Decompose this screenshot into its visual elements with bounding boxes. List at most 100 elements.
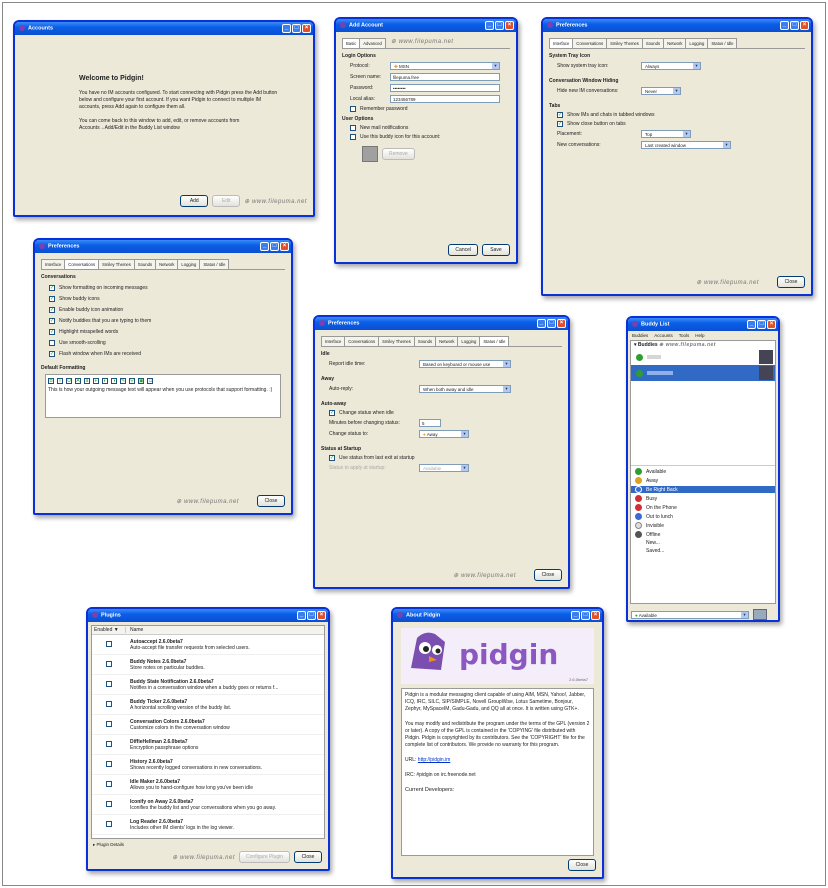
tab-logging[interactable]: Logging xyxy=(177,259,201,269)
maximize-icon[interactable]: □ xyxy=(292,24,301,33)
plugin-details-expander[interactable]: ▸ Plugin Details xyxy=(88,842,328,848)
option-checkbox[interactable]: ✓ xyxy=(49,296,55,302)
status-item[interactable]: Available xyxy=(635,468,771,475)
tab-network[interactable]: Network xyxy=(663,38,687,48)
option-checkbox[interactable]: ✓ xyxy=(49,318,55,324)
menu-help[interactable]: Help xyxy=(695,333,704,338)
group-header[interactable]: ▾ Buddies ⊕ www.filepuma.net xyxy=(631,341,775,349)
show-close-checkbox[interactable]: ✓ xyxy=(557,121,563,127)
status-item[interactable]: Out to lunch xyxy=(635,513,771,520)
minimize-icon[interactable]: _ xyxy=(571,611,580,620)
maximize-icon[interactable]: □ xyxy=(270,242,279,251)
close-button[interactable]: Close xyxy=(294,851,322,863)
website-link[interactable]: http://pidgin.im xyxy=(418,757,451,763)
close-icon[interactable]: × xyxy=(280,242,289,251)
password-input[interactable]: •••••••• xyxy=(390,84,500,92)
use-buddy-icon-checkbox[interactable] xyxy=(350,134,356,140)
screen-name-input[interactable]: filepuma.free xyxy=(390,73,500,81)
add-button[interactable]: Add xyxy=(180,195,209,207)
plugin-enabled-checkbox[interactable] xyxy=(106,640,112,647)
font-size-icon[interactable]: A xyxy=(75,378,81,384)
plugin-row[interactable]: Log Reader 2.6.0beta7 Includes other IM c… xyxy=(92,815,324,835)
close-icon[interactable]: × xyxy=(800,21,809,30)
col-enabled-header[interactable]: Enabled ▼ xyxy=(92,627,126,633)
status-apply-select[interactable]: Available xyxy=(419,464,469,472)
status-item[interactable]: Offline xyxy=(635,531,771,538)
buddy-icon-button[interactable] xyxy=(753,609,767,620)
underline-icon[interactable]: U xyxy=(66,378,72,384)
minimize-icon[interactable]: _ xyxy=(780,21,789,30)
title-bar[interactable]: About Pidgin _ □ × xyxy=(393,609,602,622)
option-checkbox[interactable]: ✓ xyxy=(49,351,55,357)
plugin-enabled-checkbox[interactable] xyxy=(106,800,112,807)
minimize-icon[interactable]: _ xyxy=(297,611,306,620)
tab-sounds[interactable]: Sounds xyxy=(641,38,665,48)
plugin-row[interactable]: Conversation Colors 2.6.0beta7 Customize … xyxy=(92,715,324,735)
image-icon[interactable]: ▣ xyxy=(138,378,144,384)
plugin-enabled-checkbox[interactable] xyxy=(106,660,112,667)
maximize-icon[interactable]: □ xyxy=(790,21,799,30)
hide-new-select[interactable]: Never xyxy=(641,87,681,95)
tab-sounds[interactable]: Sounds xyxy=(133,259,157,269)
minimize-icon[interactable]: _ xyxy=(260,242,269,251)
status-item[interactable]: Saved... xyxy=(646,548,771,554)
show-ims-checkbox[interactable]: ✓ xyxy=(557,112,563,118)
plugin-enabled-checkbox[interactable] xyxy=(106,780,112,787)
tab-network[interactable]: Network xyxy=(435,336,459,346)
close-button[interactable]: Close xyxy=(257,495,285,507)
minimize-icon[interactable]: _ xyxy=(282,24,291,33)
plugin-row[interactable]: Autoaccept 2.6.0beta7 Auto-accept file tr… xyxy=(92,635,324,655)
title-bar[interactable]: Preferences _ □ × xyxy=(543,19,811,32)
background-color-icon[interactable]: ◑ xyxy=(111,378,117,384)
plugin-enabled-checkbox[interactable] xyxy=(106,760,112,767)
menu-buddies[interactable]: Buddies xyxy=(632,333,648,338)
status-item[interactable]: Away xyxy=(635,477,771,484)
tab-smiley-themes[interactable]: Smiley Themes xyxy=(98,259,135,269)
configure-plugin-button[interactable]: Configure Plugin xyxy=(239,851,290,863)
clear-formatting-icon[interactable]: ✎ xyxy=(120,378,126,384)
font-size-small-icon[interactable]: a xyxy=(84,378,90,384)
use-last-checkbox[interactable]: ✓ xyxy=(329,455,335,461)
maximize-icon[interactable]: □ xyxy=(547,319,556,328)
menu-tools[interactable]: Tools xyxy=(679,333,690,338)
option-checkbox[interactable] xyxy=(49,340,55,346)
placement-select[interactable]: Top xyxy=(641,130,691,138)
buddy-icon-placeholder[interactable] xyxy=(362,146,378,162)
plugin-enabled-checkbox[interactable] xyxy=(106,740,112,747)
minimize-icon[interactable]: _ xyxy=(485,21,494,30)
tab-logging[interactable]: Logging xyxy=(685,38,709,48)
remember-password-checkbox[interactable] xyxy=(350,106,356,112)
title-bar[interactable]: Plugins _ □ × xyxy=(88,609,328,622)
close-icon[interactable]: × xyxy=(317,611,326,620)
status-item[interactable]: Invisible xyxy=(635,522,771,529)
auto-reply-select[interactable]: When both away and idle xyxy=(419,385,511,393)
new-conv-select[interactable]: Last created window xyxy=(641,141,731,149)
plugin-row[interactable]: Buddy Ticker 2.6.0beta7 A horizontal scro… xyxy=(92,695,324,715)
option-checkbox[interactable]: ✓ xyxy=(49,329,55,335)
col-name-header[interactable]: Name xyxy=(126,627,143,633)
tab-conversations[interactable]: Conversations xyxy=(572,38,608,48)
tab-interface[interactable]: Interface xyxy=(321,336,346,346)
tab-status-idle[interactable]: Status / Idle xyxy=(479,336,510,346)
show-tray-select[interactable]: Always xyxy=(641,62,701,70)
tab-conversations[interactable]: Conversations xyxy=(64,259,100,269)
plugin-enabled-checkbox[interactable] xyxy=(106,820,112,827)
tab-status-idle[interactable]: Status / Idle xyxy=(199,259,230,269)
tab-network[interactable]: Network xyxy=(155,259,179,269)
tab-advanced[interactable]: Advanced xyxy=(359,38,386,48)
close-icon[interactable]: × xyxy=(302,24,311,33)
close-icon[interactable]: × xyxy=(557,319,566,328)
maximize-icon[interactable]: □ xyxy=(307,611,316,620)
status-item[interactable]: Busy xyxy=(635,495,771,502)
title-bar[interactable]: Buddy List _ □ × xyxy=(628,318,778,331)
plugin-row[interactable]: History 2.6.0beta7 Shows recently logged … xyxy=(92,755,324,775)
tab-conversations[interactable]: Conversations xyxy=(344,336,380,346)
close-button[interactable]: Close xyxy=(534,569,562,581)
close-icon[interactable]: × xyxy=(767,320,776,329)
status-item-highlighted[interactable]: Be Right Back xyxy=(631,486,775,493)
new-mail-checkbox[interactable] xyxy=(350,125,356,131)
edit-button[interactable]: Edit xyxy=(212,195,241,207)
font-face-icon[interactable]: F xyxy=(93,378,99,384)
smiley-icon[interactable]: ☺ xyxy=(147,378,153,384)
local-alias-input[interactable]: 123456789 xyxy=(390,95,500,103)
